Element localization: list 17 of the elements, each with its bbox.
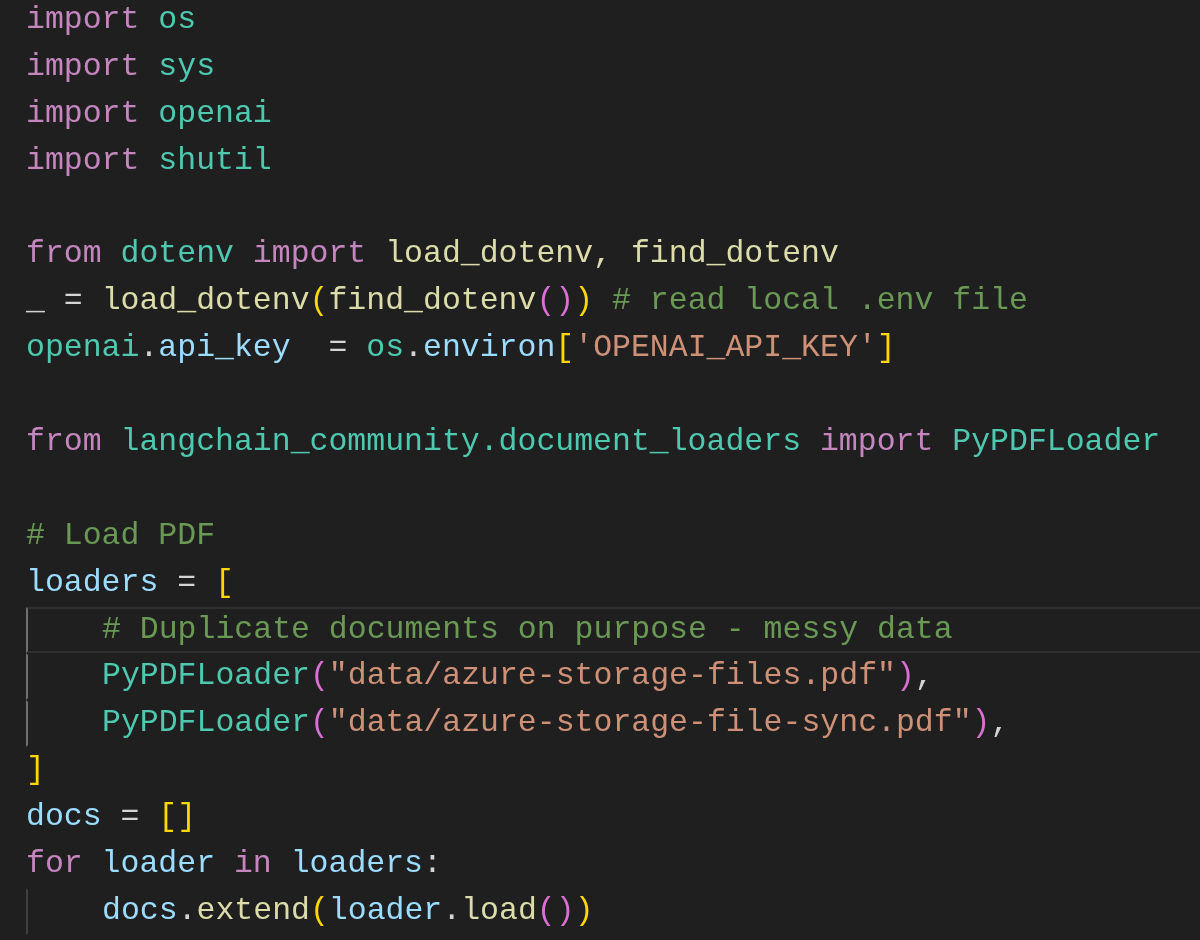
code-line: ] (26, 751, 46, 790)
code-line: import openai (26, 94, 273, 133)
code-line: # Load PDF (26, 516, 217, 555)
code-line: PyPDFLoader("data/azure-storage-file-sync.pdf"), (26, 700, 1200, 748)
code-line: import shutil (26, 141, 273, 180)
code-line: PyPDFLoader("data/azure-storage-files.pdf"), (26, 653, 1200, 701)
code-line: import sys (26, 47, 217, 86)
code-line: docs.extend(loader.load()) (26, 887, 1200, 935)
code-line: from dotenv import load_dotenv, find_dotenv (26, 235, 840, 274)
current-code-line: # Duplicate documents on purpose - messy data (26, 606, 1200, 654)
code-line: _ = load_dotenv(find_dotenv()) # read local .env file (26, 282, 1029, 321)
code-line: loaders = [ (26, 563, 235, 602)
code-line: from langchain_community.document_loaders import PyPDFLoader (26, 423, 1162, 461)
code-line: for loader in loaders: (26, 845, 443, 884)
code-line: docs = [] (26, 798, 198, 837)
code-line: openai.api_key = os.environ['OPENAI_API_KEY'] (26, 329, 897, 368)
code-line: import os (26, 1, 198, 39)
